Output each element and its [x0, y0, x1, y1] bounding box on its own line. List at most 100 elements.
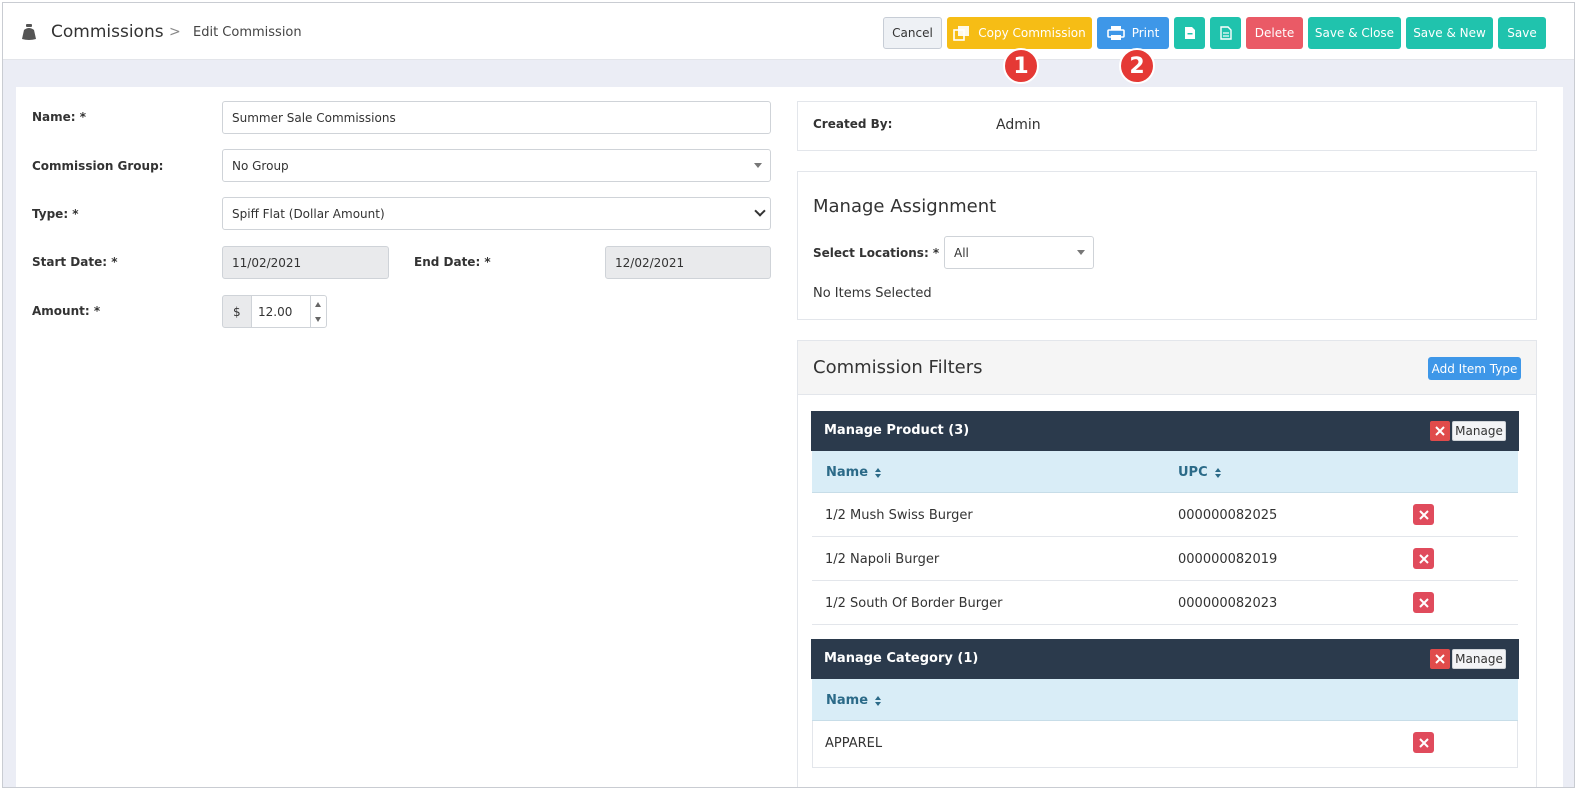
remove-product-filter-button[interactable] — [1430, 421, 1450, 441]
table-row: 1/2 South Of Border Burger 000000082023 — [812, 581, 1518, 625]
product-table-header: Name UPC — [812, 451, 1518, 493]
remove-row-button[interactable] — [1413, 548, 1434, 569]
cancel-button[interactable]: Cancel — [883, 17, 942, 49]
remove-row-button[interactable] — [1413, 504, 1434, 525]
product-upc-cell: 000000082023 — [1178, 596, 1278, 611]
start-date-value: 11/02/2021 — [232, 255, 302, 270]
printer-icon — [1106, 26, 1125, 40]
product-name-cell: 1/2 South Of Border Burger — [825, 596, 1003, 611]
callout-badge-2: 2 — [1119, 48, 1155, 84]
close-icon — [1435, 654, 1445, 664]
product-name-column-label: Name — [826, 465, 869, 480]
manage-product-button[interactable]: Manage — [1452, 421, 1506, 441]
product-upc-column-label: UPC — [1178, 465, 1208, 480]
callout-badge-1: 1 — [1003, 48, 1039, 84]
close-icon — [1418, 737, 1429, 748]
manage-assignment-title: Manage Assignment — [813, 196, 997, 217]
type-label: Type: * — [32, 207, 79, 221]
save-close-button[interactable]: Save & Close — [1308, 17, 1401, 49]
manage-assignment-panel: Manage Assignment Select Locations: * Al… — [797, 171, 1537, 320]
manage-category-title: Manage Category (1) — [824, 651, 979, 666]
no-items-text: No Items Selected — [813, 286, 932, 301]
stepper-down-icon[interactable] — [315, 317, 321, 322]
commission-group-label: Commission Group: — [32, 159, 164, 173]
caret-down-icon — [754, 163, 762, 168]
breadcrumb-separator: > — [169, 24, 181, 40]
save-button[interactable]: Save — [1498, 17, 1546, 49]
save-label: Save — [1507, 26, 1537, 40]
table-row: 1/2 Mush Swiss Burger 000000082025 — [812, 493, 1518, 537]
amount-stepper[interactable] — [310, 295, 326, 328]
product-name-column[interactable]: Name — [826, 465, 882, 480]
product-name-cell: 1/2 Mush Swiss Burger — [825, 508, 973, 523]
chevron-down-icon — [754, 205, 766, 217]
save-new-label: Save & New — [1413, 26, 1486, 40]
money-bag-icon — [22, 24, 36, 40]
close-icon — [1418, 553, 1429, 564]
category-name-column-label: Name — [826, 693, 869, 708]
remove-category-filter-button[interactable] — [1430, 649, 1450, 669]
product-upc-cell: 000000082019 — [1178, 552, 1278, 567]
commission-group-value: No Group — [232, 158, 289, 173]
name-label: Name: * — [32, 110, 87, 124]
created-by-value: Admin — [996, 117, 1041, 133]
start-date-label: Start Date: * — [32, 255, 118, 269]
commission-filters-title: Commission Filters — [813, 357, 983, 378]
currency-addon: $ — [222, 295, 252, 328]
file-icon — [1184, 27, 1195, 39]
app-window: Commissions > Edit Commission Cancel Cop… — [2, 2, 1575, 788]
main-content: Name: * Summer Sale Commissions Commissi… — [16, 87, 1563, 787]
name-input-value: Summer Sale Commissions — [232, 110, 396, 125]
document-export-button[interactable] — [1210, 17, 1241, 49]
end-date-label: End Date: * — [414, 255, 491, 269]
copy-commission-label: Copy Commission — [978, 26, 1086, 40]
delete-label: Delete — [1254, 26, 1295, 40]
save-close-label: Save & Close — [1314, 26, 1395, 40]
remove-row-button[interactable] — [1413, 592, 1434, 613]
commission-group-select[interactable]: No Group — [222, 149, 771, 182]
sort-icon — [1214, 467, 1221, 478]
end-date-value: 12/02/2021 — [615, 255, 685, 270]
category-name-column[interactable]: Name — [826, 693, 882, 708]
product-upc-cell: 000000082025 — [1178, 508, 1278, 523]
manage-product-title: Manage Product (3) — [824, 423, 970, 438]
created-by-label: Created By: — [813, 117, 893, 131]
document-icon — [1219, 26, 1232, 40]
remove-row-button[interactable] — [1413, 732, 1434, 753]
breadcrumb-current: Edit Commission — [193, 25, 302, 40]
product-name-cell: 1/2 Napoli Burger — [825, 552, 940, 567]
copy-commission-button[interactable]: Copy Commission — [947, 17, 1092, 49]
type-value: Spiff Flat (Dollar Amount) — [232, 206, 385, 221]
caret-down-icon — [1077, 250, 1085, 255]
category-table-header: Name — [812, 679, 1518, 721]
product-upc-column[interactable]: UPC — [1178, 465, 1221, 480]
close-icon — [1418, 509, 1429, 520]
print-button[interactable]: Print — [1097, 17, 1169, 49]
top-bar: Commissions > Edit Commission Cancel Cop… — [3, 3, 1574, 60]
add-item-type-button[interactable]: Add Item Type — [1428, 357, 1521, 380]
select-locations-dropdown[interactable]: All — [944, 236, 1094, 269]
created-by-panel: Created By: Admin — [797, 101, 1537, 151]
pdf-export-button[interactable] — [1174, 17, 1205, 49]
amount-label: Amount: * — [32, 304, 101, 318]
end-date-input[interactable]: 12/02/2021 — [605, 246, 771, 279]
manage-category-button[interactable]: Manage — [1452, 649, 1506, 669]
type-select[interactable]: Spiff Flat (Dollar Amount) — [222, 197, 771, 230]
manage-product-header: Manage Product (3) Manage — [811, 411, 1519, 451]
delete-button[interactable]: Delete — [1246, 17, 1303, 49]
stepper-up-icon[interactable] — [315, 302, 321, 307]
print-label: Print — [1131, 26, 1160, 40]
cancel-label: Cancel — [892, 26, 933, 40]
currency-symbol: $ — [233, 304, 241, 319]
copy-icon — [953, 26, 970, 41]
start-date-input[interactable]: 11/02/2021 — [222, 246, 389, 279]
table-row: APPAREL — [812, 721, 1518, 768]
close-icon — [1435, 426, 1445, 436]
table-row: 1/2 Napoli Burger 000000082019 — [812, 537, 1518, 581]
save-new-button[interactable]: Save & New — [1406, 17, 1493, 49]
category-name-cell: APPAREL — [825, 736, 883, 751]
name-input[interactable]: Summer Sale Commissions — [222, 101, 771, 134]
manage-category-header: Manage Category (1) Manage — [811, 639, 1519, 679]
select-locations-label: Select Locations: * — [813, 246, 940, 260]
breadcrumb-commissions[interactable]: Commissions — [51, 22, 164, 42]
